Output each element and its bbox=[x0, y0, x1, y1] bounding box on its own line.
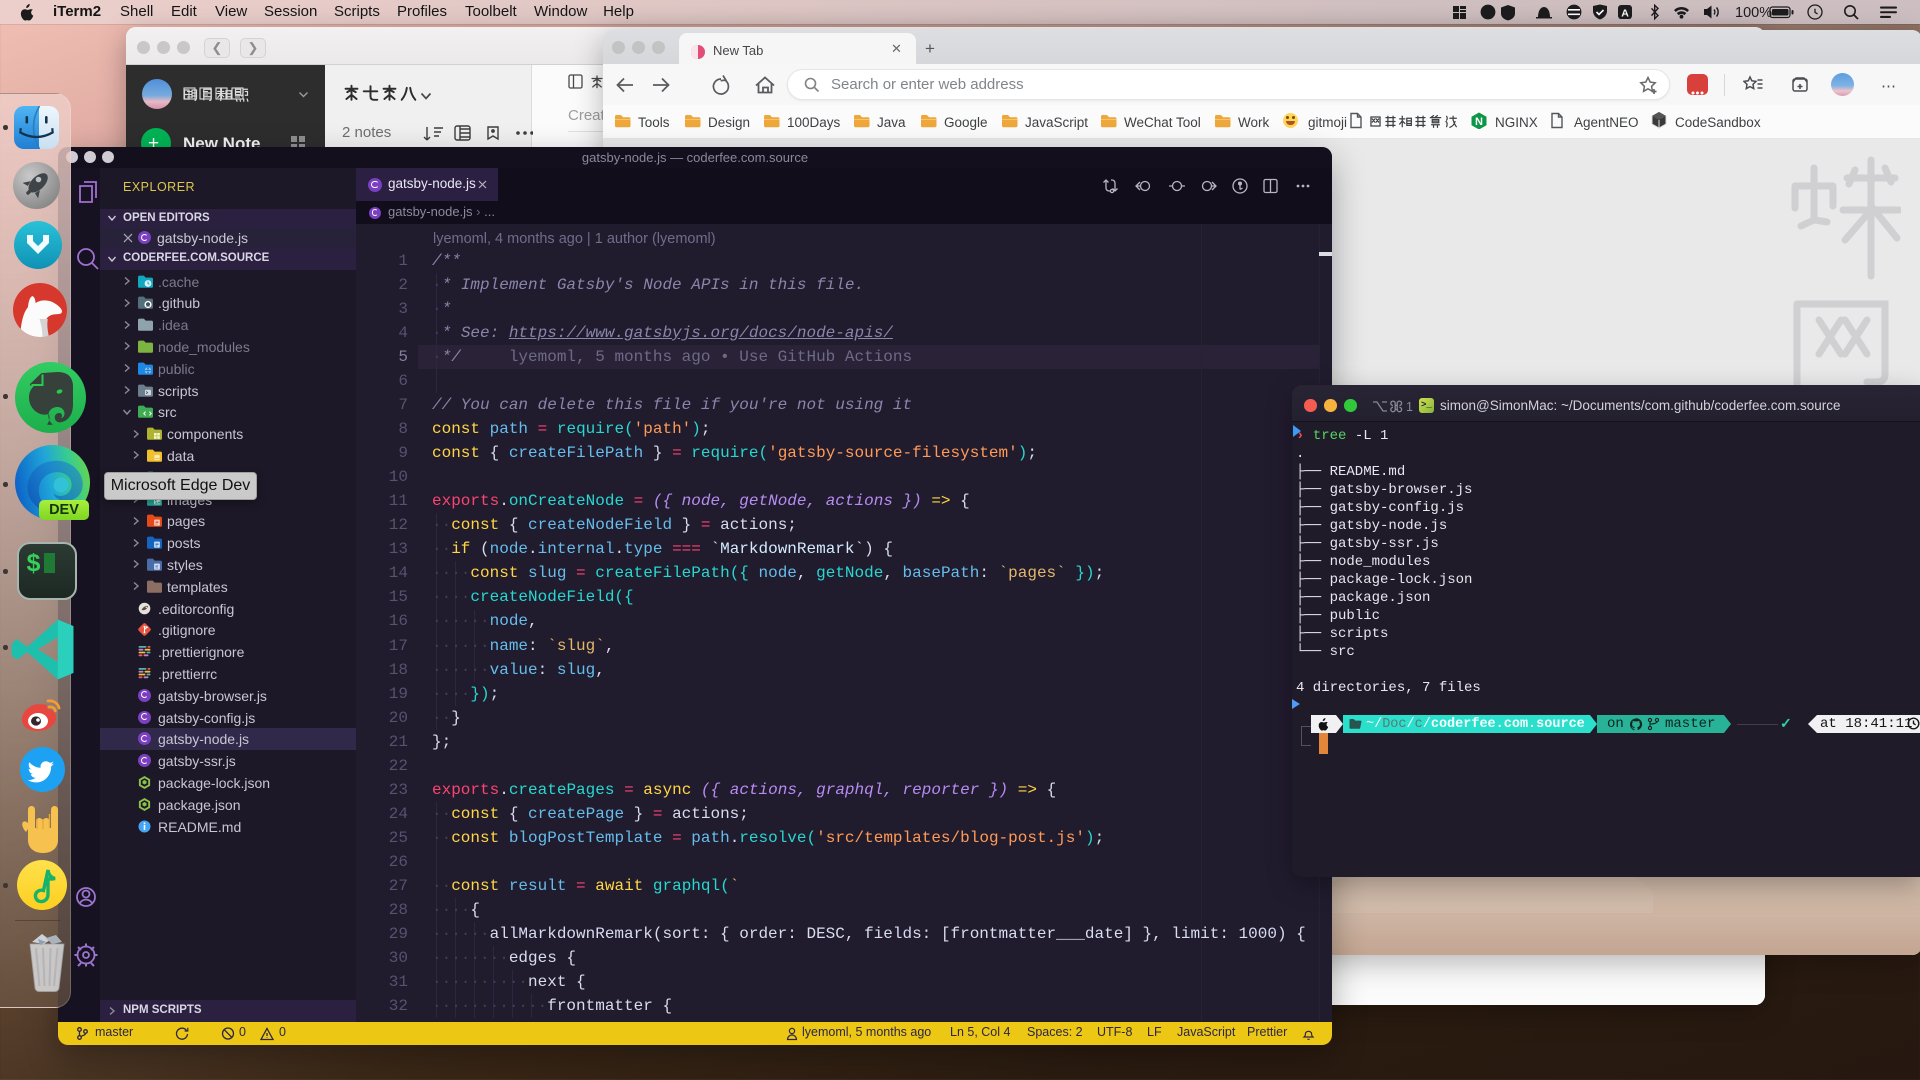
svg-text:1: 1 bbox=[1406, 400, 1413, 413]
svg-text:100%: 100% bbox=[1735, 5, 1772, 21]
svg-text:A: A bbox=[1621, 7, 1629, 19]
svg-text:N: N bbox=[1475, 116, 1483, 128]
